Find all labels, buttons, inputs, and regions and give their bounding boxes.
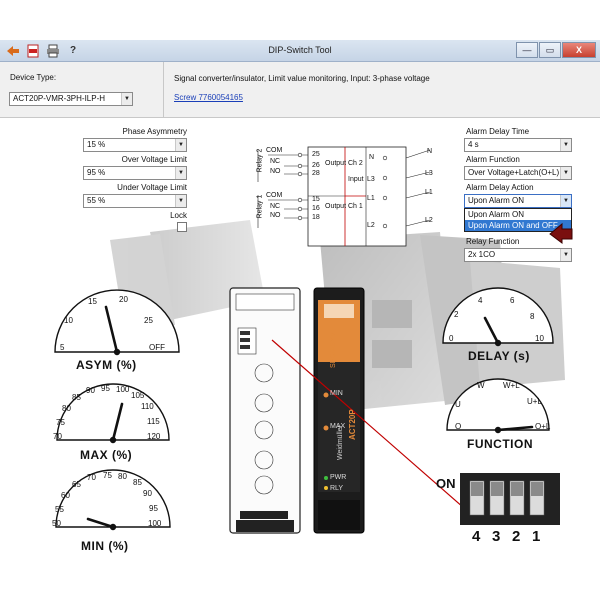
dip-on-label: ON (436, 476, 456, 491)
function-gauge-label: FUNCTION (467, 437, 533, 451)
relay-function-select[interactable]: 2x 1CO ▼ (464, 248, 572, 262)
chevron-down-icon: ▼ (175, 167, 186, 179)
max-tick-120: 120 (147, 432, 161, 441)
lock-checkbox[interactable] (177, 222, 187, 232)
min-tick-60: 60 (61, 491, 70, 500)
max-tick-75: 75 (56, 418, 65, 427)
min-tick-95: 95 (149, 504, 158, 513)
alarm-delay-action-label: Alarm Delay Action (466, 183, 534, 192)
asym-tick-25: 25 (144, 316, 153, 325)
under-voltage-select[interactable]: 55 % ▼ (83, 194, 187, 208)
min-tick-85: 85 (133, 478, 142, 487)
max-gauge-label: MAX (%) (80, 448, 133, 462)
delay-tick-6: 6 (510, 296, 515, 305)
function-tick-wl: W+L (503, 381, 520, 390)
min-tick-70: 70 (87, 473, 96, 482)
dip-number-3: 3 (492, 528, 501, 545)
lock-label: Lock (170, 211, 187, 220)
chevron-down-icon: ▼ (560, 249, 571, 261)
min-gauge-label: MIN (%) (81, 539, 129, 553)
alarm-delay-time-label: Alarm Delay Time (466, 127, 530, 136)
max-tick-100: 100 (116, 385, 130, 394)
min-tick-65: 65 (72, 480, 81, 489)
max-tick-90: 90 (86, 386, 95, 395)
under-voltage-value: 55 % (87, 196, 106, 205)
delay-tick-10: 10 (535, 334, 544, 343)
chevron-down-icon: ▼ (560, 139, 571, 151)
min-tick-80: 80 (118, 472, 127, 481)
delay-tick-2: 2 (454, 310, 459, 319)
alarm-function-value: Over Voltage+Latch(O+L) (468, 168, 560, 177)
min-tick-100: 100 (148, 519, 162, 528)
over-voltage-label: Over Voltage Limit (121, 155, 187, 164)
asym-tick-5: 5 (60, 343, 65, 352)
max-tick-70: 70 (53, 432, 62, 441)
chevron-down-icon: ▼ (560, 167, 571, 179)
max-tick-85: 85 (72, 393, 81, 402)
alarm-function-select[interactable]: Over Voltage+Latch(O+L) ▼ (464, 166, 572, 180)
over-voltage-select[interactable]: 95 % ▼ (83, 166, 187, 180)
function-tick-ol: O+L (535, 422, 551, 431)
dropdown-option[interactable]: Upon Alarm ON (465, 209, 571, 220)
max-tick-110: 110 (141, 402, 154, 411)
dip-number-1: 1 (532, 528, 541, 545)
asym-tick-20: 20 (119, 295, 128, 304)
phase-asymmetry-select[interactable]: 15 % ▼ (83, 138, 187, 152)
alarm-delay-action-value: Upon Alarm ON (468, 196, 525, 205)
mouse-cursor-icon (548, 222, 574, 246)
chevron-down-icon: ▼ (175, 195, 186, 207)
max-tick-115: 115 (147, 417, 160, 426)
asym-tick-10: 10 (64, 316, 73, 325)
alarm-function-label: Alarm Function (466, 155, 520, 164)
delay-tick-4: 4 (478, 296, 483, 305)
asym-gauge-label: ASYM (%) (76, 358, 137, 372)
alarm-delay-action-select[interactable]: Upon Alarm ON ▼ (464, 194, 572, 208)
phase-asymmetry-value: 15 % (87, 140, 106, 149)
over-voltage-value: 95 % (87, 168, 106, 177)
asym-tick-15: 15 (88, 297, 97, 306)
function-tick-ul: U+L (527, 397, 542, 406)
min-tick-90: 90 (143, 489, 152, 498)
dip-number-4: 4 (472, 528, 481, 545)
alarm-delay-time-value: 4 s (468, 140, 479, 149)
max-tick-95: 95 (101, 384, 110, 393)
asym-tick-off: OFF (149, 343, 165, 352)
function-tick-o: O (455, 422, 462, 431)
function-tick-w: W (477, 381, 485, 390)
delay-tick-0: 0 (449, 334, 454, 343)
under-voltage-label: Under Voltage Limit (117, 183, 187, 192)
function-tick-u: U (455, 400, 461, 409)
dip-number-2: 2 (512, 528, 521, 545)
delay-tick-8: 8 (530, 312, 535, 321)
delay-gauge-label: DELAY (s) (468, 349, 530, 363)
dip-switch-block (460, 473, 560, 525)
chevron-down-icon: ▼ (175, 139, 186, 151)
min-tick-50: 50 (52, 519, 61, 528)
relay-function-value: 2x 1CO (468, 250, 496, 259)
max-tick-80: 80 (62, 404, 71, 413)
max-tick-105: 105 (131, 391, 145, 400)
min-tick-55: 55 (55, 505, 64, 514)
phase-asymmetry-label: Phase Asymmetry (122, 127, 187, 136)
alarm-delay-time-select[interactable]: 4 s ▼ (464, 138, 572, 152)
chevron-down-icon: ▼ (560, 195, 571, 207)
relay-function-label: Relay Function (466, 237, 520, 246)
min-tick-75: 75 (103, 471, 112, 480)
